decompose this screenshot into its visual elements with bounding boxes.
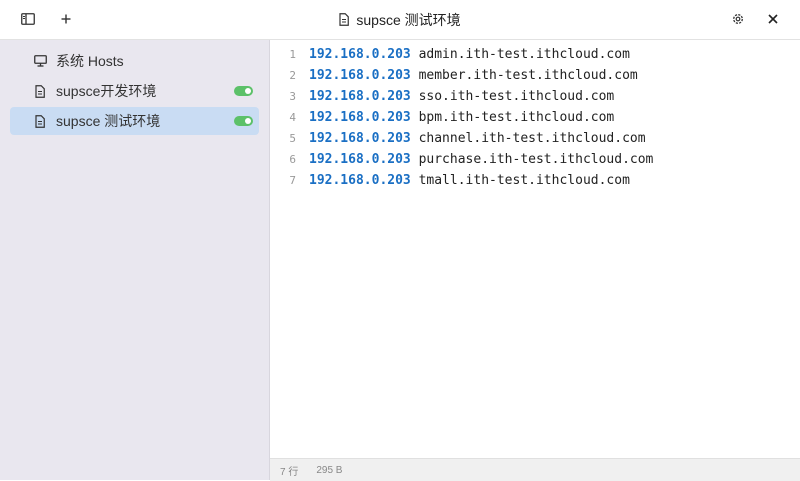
close-button[interactable] <box>762 8 784 30</box>
sidebar-item-supsce-test[interactable]: supsce 测试环境 <box>10 107 259 135</box>
sidebar-item-label: supsce开发环境 <box>56 83 157 99</box>
hostname: bpm.ith-test.ithcloud.com <box>418 110 615 125</box>
hostname: member.ith-test.ithcloud.com <box>418 68 638 83</box>
enable-toggle[interactable] <box>234 86 253 96</box>
sidebar: 系统 Hosts supsce开发环境 supsce 测试环境 <box>0 40 270 480</box>
ip-address: 192.168.0.203 <box>309 89 411 104</box>
ip-address: 192.168.0.203 <box>309 152 411 167</box>
sidebar-item-label: 系统 Hosts <box>56 53 124 69</box>
window-title-area: supsce 测试环境 <box>0 0 800 39</box>
status-bar: 7 行 295 B <box>270 458 800 481</box>
settings-button[interactable] <box>727 8 749 30</box>
window-title: supsce 测试环境 <box>356 11 461 28</box>
hostname: admin.ith-test.ithcloud.com <box>418 47 630 62</box>
hosts-editor[interactable]: 1 192.168.0.203 admin.ith-test.ithcloud.c… <box>270 40 800 458</box>
hostname: sso.ith-test.ithcloud.com <box>418 89 615 104</box>
enable-toggle[interactable] <box>234 116 253 126</box>
ip-address: 192.168.0.203 <box>309 173 411 188</box>
hostname: purchase.ith-test.ithcloud.com <box>418 152 654 167</box>
file-size: 295 B <box>316 464 343 476</box>
gear-icon <box>733 14 743 24</box>
line-number: 3 <box>289 90 296 103</box>
ip-address: 192.168.0.203 <box>309 110 411 125</box>
line-number: 4 <box>289 111 296 124</box>
line-number: 5 <box>289 132 296 145</box>
line-number: 2 <box>289 69 296 82</box>
line-number: 1 <box>289 48 296 61</box>
ip-address: 192.168.0.203 <box>309 131 411 146</box>
editor-line: 5 192.168.0.203 channel.ith-test.ithcloud… <box>270 128 646 149</box>
editor-line: 3 192.168.0.203 sso.ith-test.ithcloud.com <box>270 86 614 107</box>
sidebar-item-label: supsce 测试环境 <box>56 113 161 129</box>
hostname: tmall.ith-test.ithcloud.com <box>418 173 630 188</box>
title-bar: supsce 测试环境 <box>0 0 800 40</box>
editor-line: 2 192.168.0.203 member.ith-test.ithcloud.… <box>270 65 638 86</box>
editor-line: 6 192.168.0.203 purchase.ith-test.ithclou… <box>270 149 653 170</box>
hostname: channel.ith-test.ithcloud.com <box>418 131 646 146</box>
file-icon <box>32 83 48 99</box>
file-icon <box>339 13 350 26</box>
ip-address: 192.168.0.203 <box>309 47 411 62</box>
close-icon <box>768 14 778 24</box>
editor-line: 1 192.168.0.203 admin.ith-test.ithcloud.c… <box>270 44 630 65</box>
line-count: 7 行 <box>280 466 299 478</box>
file-icon <box>32 113 48 129</box>
line-number: 7 <box>289 174 296 187</box>
monitor-icon <box>32 53 48 69</box>
editor-line: 4 192.168.0.203 bpm.ith-test.ithcloud.com <box>270 107 614 128</box>
editor-line: 7 192.168.0.203 tmall.ith-test.ithcloud.c… <box>270 170 630 191</box>
line-number: 6 <box>289 153 296 166</box>
sidebar-item-system-hosts[interactable]: 系统 Hosts <box>10 47 259 75</box>
ip-address: 192.168.0.203 <box>309 68 411 83</box>
sidebar-item-supsce-dev[interactable]: supsce开发环境 <box>10 77 259 105</box>
